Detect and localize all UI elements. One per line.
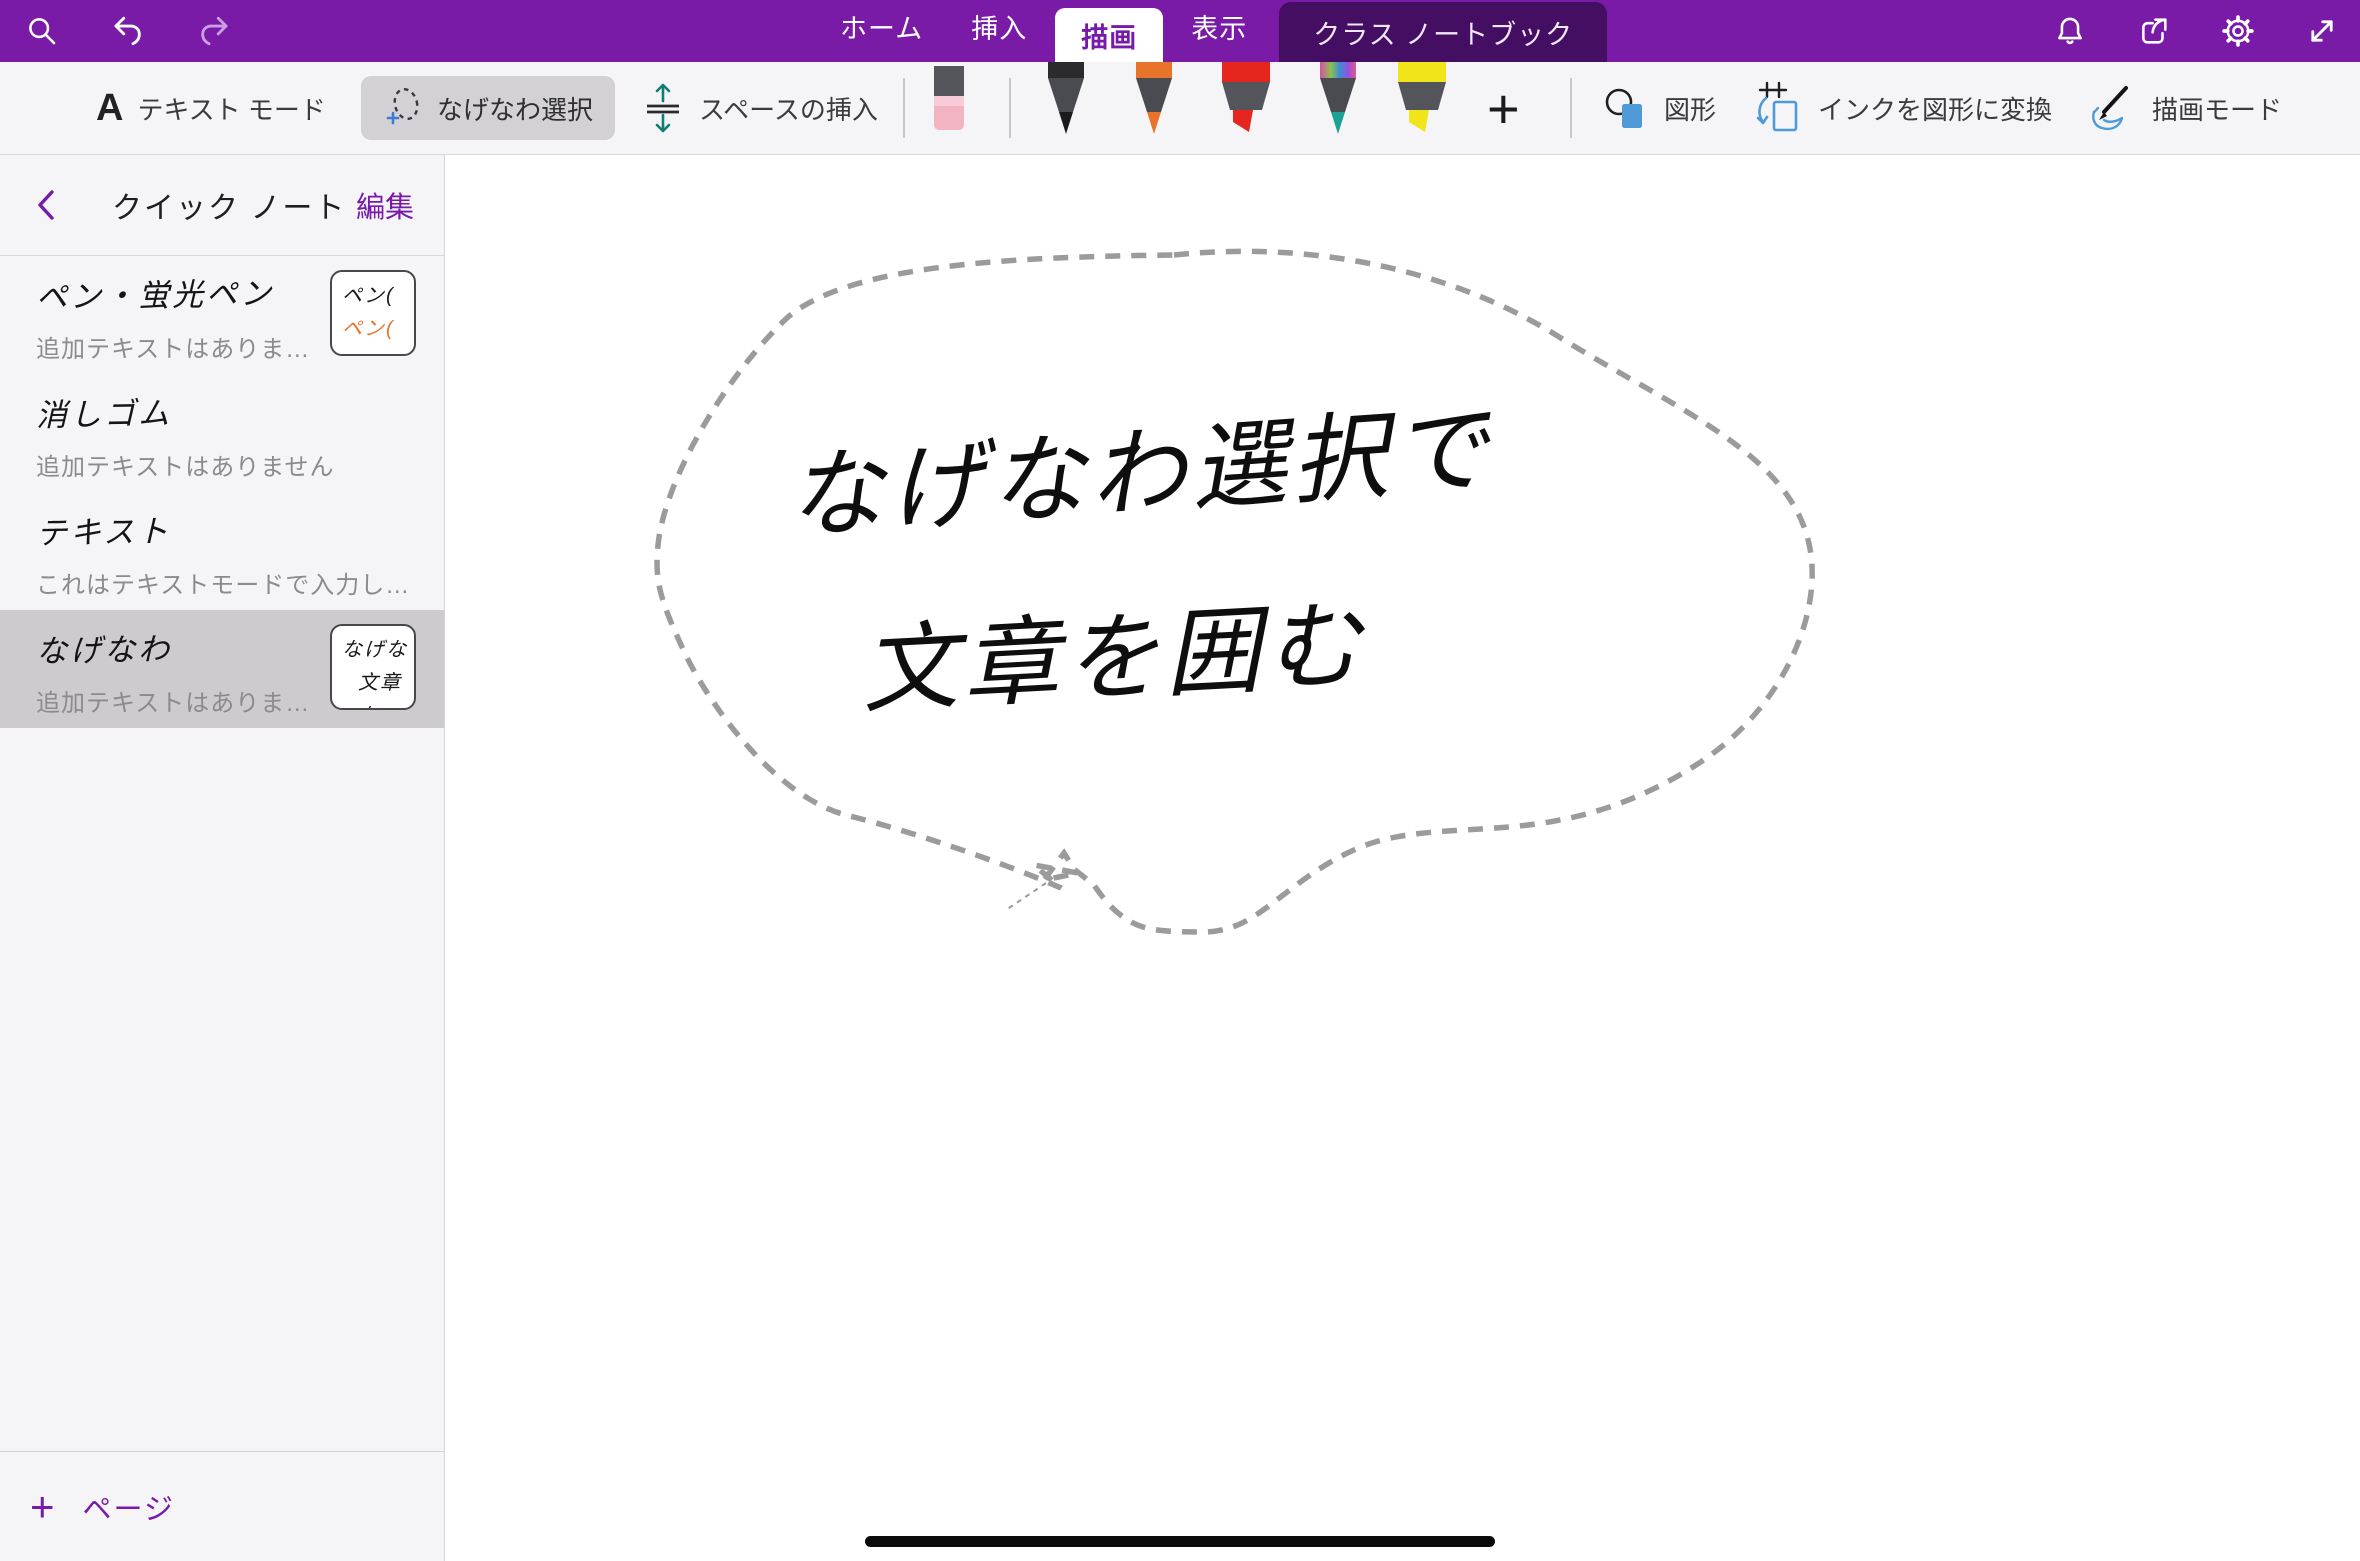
tab-draw[interactable]: 描画 [1055, 8, 1163, 62]
thumb-ink-line: ペン( [342, 313, 414, 346]
bell-icon[interactable] [2050, 11, 2090, 51]
tab-class-notebook[interactable]: クラス ノートブック [1279, 2, 1607, 62]
insert-space-button[interactable]: スペースの挿入 [641, 62, 878, 154]
text-mode-icon: A [96, 87, 123, 130]
undo-icon[interactable] [108, 11, 148, 51]
tab-view[interactable]: 表示 [1167, 7, 1271, 62]
pen-black[interactable] [1041, 62, 1091, 143]
shapes-button[interactable]: 図形 [1602, 62, 1716, 154]
redo-icon[interactable] [194, 11, 234, 51]
ink-to-shape-label: インクを図形に変換 [1818, 90, 2052, 127]
draw-mode-label: 描画モード [2152, 90, 2282, 127]
page-row-lasso[interactable]: なげなわ 追加テキストはありま… なげな 文章を [0, 610, 444, 728]
thumb-ink-line: ペン( [342, 280, 414, 313]
search-icon[interactable] [22, 11, 62, 51]
lasso-selection-outline [446, 155, 2360, 1561]
onenote-app: ホーム 挿入 描画 表示 クラス ノートブック [0, 0, 2360, 1561]
chevron-left-icon[interactable] [34, 188, 58, 222]
tab-insert[interactable]: 挿入 [947, 7, 1051, 62]
lasso-select-button[interactable]: なげなわ選択 [361, 76, 615, 140]
ribbon-divider [903, 78, 905, 138]
thumb-ink-line: なげな [342, 634, 414, 667]
window-controls [2050, 0, 2342, 62]
lasso-label: なげなわ選択 [437, 90, 593, 127]
draw-mode-button[interactable]: 描画モード [2086, 62, 2282, 154]
add-pen-button[interactable]: + [1487, 62, 1520, 154]
share-icon[interactable] [2134, 11, 2174, 51]
pen-galaxy[interactable] [1313, 62, 1363, 143]
home-indicator[interactable] [865, 1536, 1495, 1547]
page-list-sidebar: クイック ノート 編集 ペン・蛍光ペン 追加テキストはありま… ペン( ペン( … [0, 155, 445, 1561]
page-row-text[interactable]: テキスト これはテキストモードで入力し… [0, 492, 444, 610]
page-thumbnail: なげな 文章を [330, 624, 416, 710]
draw-mode-icon [2086, 82, 2138, 134]
highlighter-yellow[interactable] [1394, 62, 1450, 143]
ink-to-shape-icon [1752, 80, 1804, 136]
page-row-pen-highlighter[interactable]: ペン・蛍光ペン 追加テキストはありま… ペン( ペン( [0, 256, 444, 374]
text-mode-button[interactable]: A テキスト モード [96, 62, 326, 154]
insert-space-label: スペースの挿入 [699, 90, 878, 127]
ribbon-divider [1570, 78, 1572, 138]
handwritten-ink-line: 文章を囲む [858, 567, 1370, 732]
thumb-ink-line: 文章を [342, 667, 414, 710]
highlighter-red[interactable] [1218, 62, 1274, 143]
top-app-bar: ホーム 挿入 描画 表示 クラス ノートブック [0, 0, 2360, 62]
page-title: テキスト [36, 501, 445, 553]
pen-orange[interactable] [1129, 62, 1179, 143]
edit-button[interactable]: 編集 [356, 184, 414, 226]
ribbon-tabs: ホーム 挿入 描画 表示 クラス ノートブック [816, 0, 1607, 62]
add-page-label: ページ [83, 1486, 175, 1528]
shapes-label: 図形 [1664, 90, 1716, 127]
page-title: 消しゴム [36, 383, 445, 435]
ribbon-divider [1009, 78, 1011, 138]
lasso-icon [383, 85, 425, 131]
settings-icon[interactable] [2218, 11, 2258, 51]
shapes-icon [1602, 84, 1650, 132]
insert-space-icon [641, 82, 685, 134]
plus-icon: + [30, 1483, 55, 1531]
draw-ribbon: A テキスト モード なげなわ選択 [0, 62, 2360, 155]
ink-to-shape-button[interactable]: インクを図形に変換 [1752, 62, 2052, 154]
page-subtitle: 追加テキストはありません [36, 447, 444, 482]
add-page-button[interactable]: + ページ [0, 1451, 444, 1561]
tab-home[interactable]: ホーム [816, 7, 947, 62]
page-thumbnail: ペン( ペン( [330, 270, 416, 356]
sidebar-header: クイック ノート 編集 [0, 155, 444, 256]
history-controls [22, 0, 234, 62]
fullscreen-icon[interactable] [2302, 11, 2342, 51]
text-mode-label: テキスト モード [137, 90, 325, 127]
drawing-canvas[interactable]: なげなわ選択で 文章を囲む [446, 155, 2360, 1561]
eraser-tool[interactable] [925, 66, 973, 137]
page-subtitle: これはテキストモードで入力し… [36, 565, 444, 600]
page-row-eraser[interactable]: 消しゴム 追加テキストはありません [0, 374, 444, 492]
notebook-section-title: クイック ノート [112, 183, 346, 227]
